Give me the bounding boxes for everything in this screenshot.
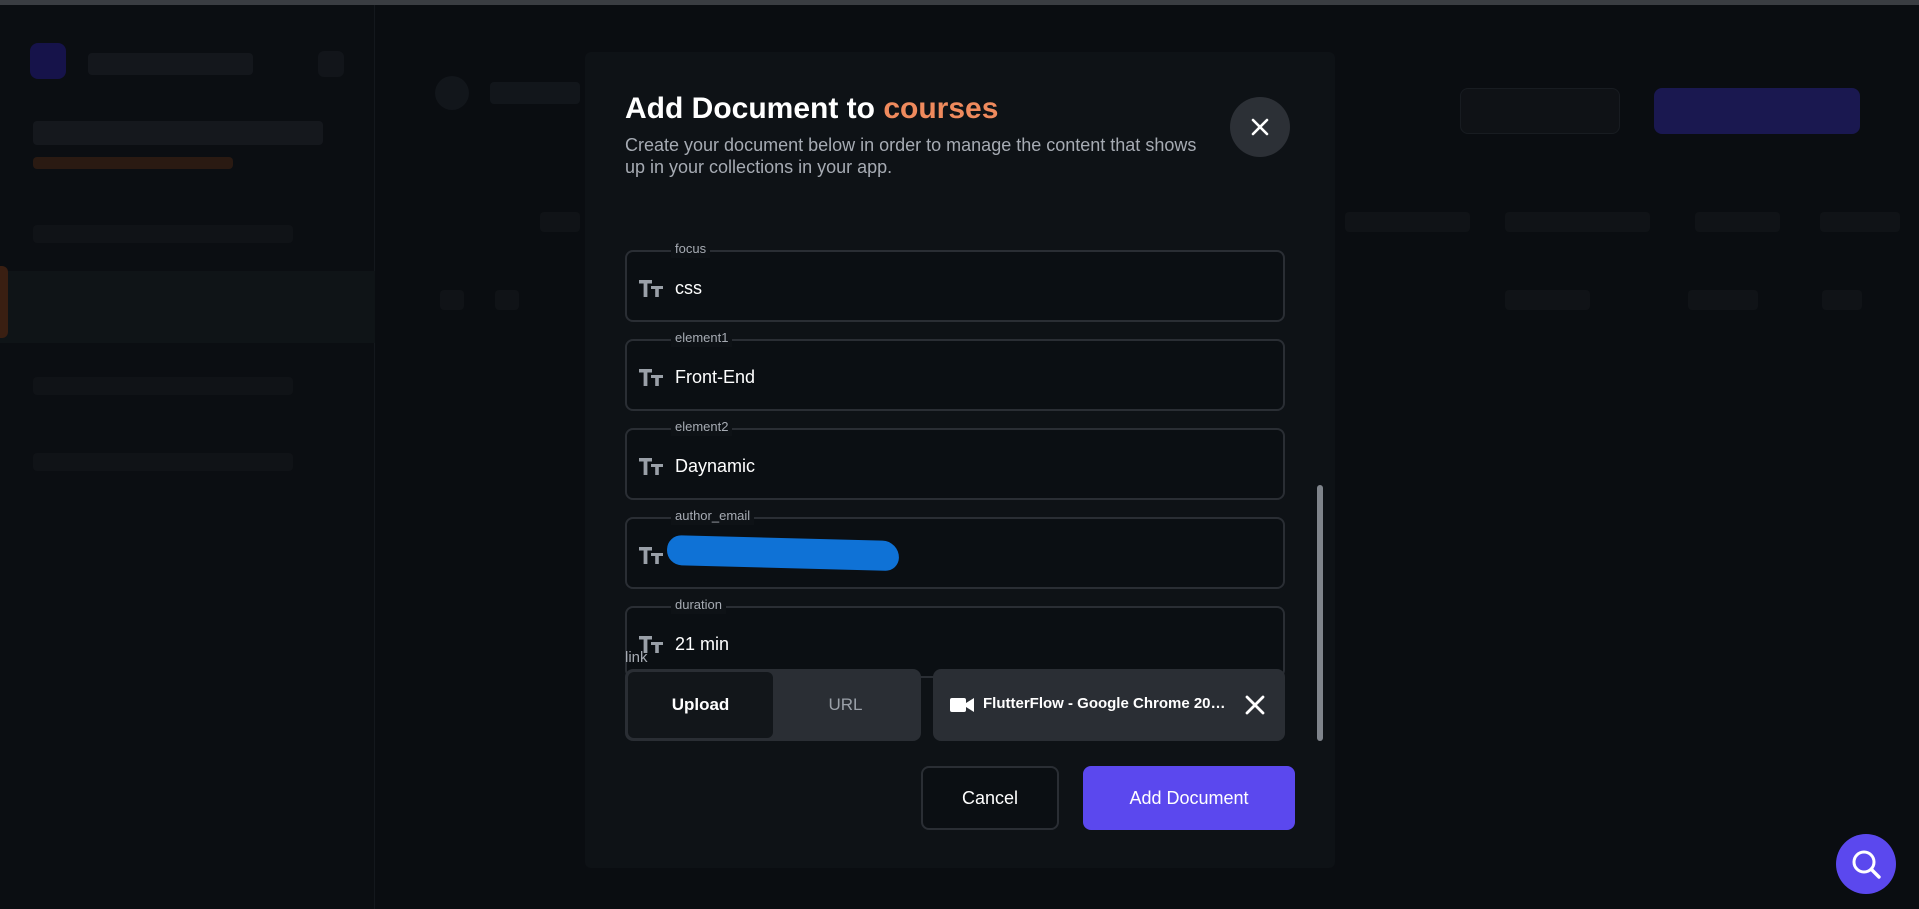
background-table-cell (1505, 290, 1590, 310)
field-label: author_email (671, 507, 755, 525)
background-app-name (88, 53, 253, 75)
background-column-header (540, 212, 580, 232)
field-value: css (675, 278, 702, 298)
background-nav-active-indicator (0, 266, 8, 338)
remove-file-icon[interactable] (1243, 693, 1267, 717)
background-table-cell (1688, 290, 1758, 310)
field-focus[interactable]: focus css (625, 240, 1285, 322)
field-label: element1 (671, 329, 733, 347)
background-column-header (1345, 212, 1470, 232)
background-column-header (1820, 212, 1900, 232)
search-icon (1852, 850, 1881, 879)
text-type-icon (639, 547, 663, 564)
link-source-toggle: Upload URL (625, 669, 921, 741)
cancel-button[interactable]: Cancel (921, 766, 1059, 830)
background-collapse-button (318, 51, 344, 77)
add-document-button[interactable]: Add Document (1083, 766, 1295, 830)
redaction-mark (666, 534, 900, 572)
link-field-label: link (625, 649, 648, 666)
dialog-title: Add Document to courses (625, 92, 998, 126)
background-column-header (1505, 212, 1650, 232)
background-header-icon (435, 76, 469, 110)
text-type-icon (639, 369, 663, 386)
background-primary-button (1654, 88, 1860, 134)
background-column-header (1695, 212, 1780, 232)
scrollbar-thumb[interactable] (1317, 485, 1323, 741)
background-nav-item (33, 453, 293, 471)
background-project-subtitle (33, 157, 233, 169)
field-value: 21 min (675, 634, 730, 654)
field-label: focus (671, 240, 711, 258)
background-table-cell (440, 290, 464, 310)
background-nav-item (33, 377, 293, 395)
close-button[interactable] (1230, 97, 1290, 157)
search-button[interactable] (1836, 834, 1896, 894)
uploaded-file-name: FlutterFlow - Google Chrome 2024-... (983, 695, 1233, 712)
uploaded-file-chip: FlutterFlow - Google Chrome 2024-... (933, 669, 1285, 741)
dialog-title-collection: courses (883, 92, 999, 125)
field-label: element2 (671, 418, 733, 436)
toggle-upload[interactable]: Upload (628, 672, 773, 738)
dialog-description: Create your document below in order to m… (625, 135, 1197, 177)
background-table-cell (1822, 290, 1862, 310)
toggle-url[interactable]: URL (773, 672, 918, 738)
field-value: Daynamic (675, 456, 756, 476)
background-project-title (33, 121, 323, 145)
field-author-email[interactable]: author_email (625, 507, 1285, 589)
text-type-icon (639, 280, 663, 297)
dialog-title-prefix: Add Document to (625, 92, 875, 125)
background-nav-item (33, 225, 293, 243)
video-camera-icon (950, 698, 974, 712)
field-duration[interactable]: duration 21 min (625, 596, 1285, 678)
add-document-dialog: Add Document to courses Create your docu… (585, 52, 1335, 868)
background-logo (30, 43, 66, 79)
background-header-title (490, 82, 580, 104)
field-label: duration (671, 596, 726, 614)
background-nav-item-active (0, 271, 375, 343)
background-secondary-button (1460, 88, 1620, 134)
close-icon (1251, 118, 1269, 136)
background-sidebar (0, 5, 375, 909)
text-type-icon (639, 458, 663, 475)
background-table-cell (495, 290, 519, 310)
field-element2[interactable]: element2 Daynamic (625, 418, 1285, 500)
field-value: Front-End (675, 367, 756, 387)
field-element1[interactable]: element1 Front-End (625, 329, 1285, 411)
